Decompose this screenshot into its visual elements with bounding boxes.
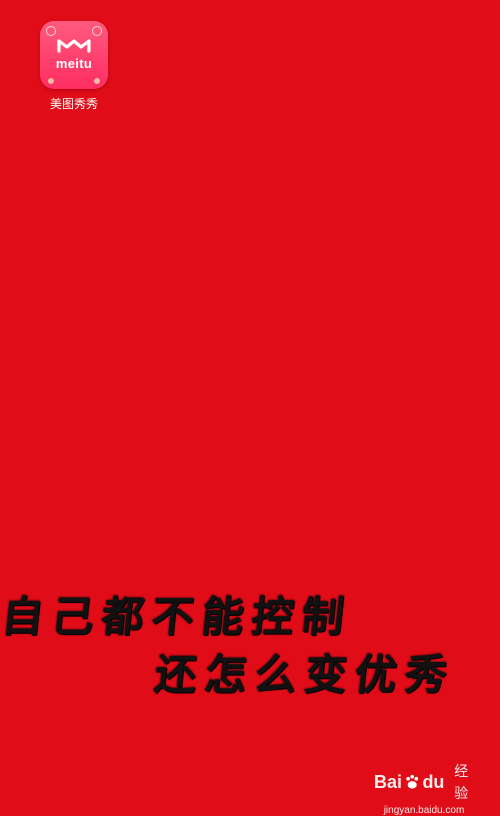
coin-deco-icon bbox=[48, 78, 54, 84]
meitu-app-icon[interactable]: meitu bbox=[40, 21, 108, 89]
app-brand-text: meitu bbox=[55, 56, 93, 71]
watermark-brand-prefix: Bai bbox=[374, 772, 403, 792]
lantern-deco-icon bbox=[46, 26, 56, 36]
slogan-line-2: 还怎么变优秀 bbox=[152, 650, 458, 699]
slogan-line-1: 自己都不能控制 bbox=[0, 592, 355, 641]
watermark-brand-suffix: du bbox=[422, 772, 445, 792]
watermark-brand: Bai du 经验 bbox=[374, 760, 474, 804]
watermark-brand-cn: 经验 bbox=[454, 763, 469, 801]
watermark-url: jingyan.baidu.com bbox=[383, 805, 465, 816]
baidu-paw-icon bbox=[406, 774, 419, 789]
app-label[interactable]: 美图秀秀 bbox=[30, 95, 118, 112]
meitu-logo-icon bbox=[57, 39, 91, 53]
lantern-deco-icon bbox=[92, 26, 102, 36]
baidu-jingyan-watermark: Bai du 经验 jingyan.baidu.com bbox=[374, 760, 474, 816]
coin-deco-icon bbox=[94, 78, 100, 84]
